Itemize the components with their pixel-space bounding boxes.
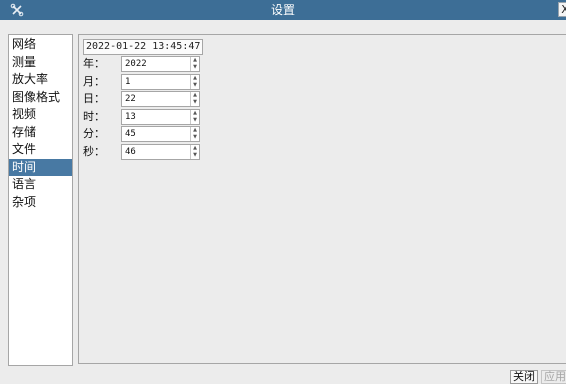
sidebar-item-time[interactable]: 时间 [9,158,72,176]
month-spin-buttons[interactable]: ▲ ▼ [190,74,199,89]
hour-spin-buttons[interactable]: ▲ ▼ [190,109,199,124]
minute-spinbox[interactable]: 45 ▲ ▼ [121,126,200,142]
window-title: 设置 [270,3,295,17]
sidebar-item-file[interactable]: 文件 [9,141,72,159]
day-spinbox[interactable]: 22 ▲ ▼ [121,91,200,107]
hour-spinbox[interactable]: 13 ▲ ▼ [121,108,200,125]
sidebar-item-measure[interactable]: 测量 [9,54,72,72]
month-value[interactable]: 1 [125,75,130,89]
spin-down-icon[interactable]: ▼ [191,117,199,124]
spin-up-icon[interactable]: ▲ [191,127,199,134]
sidebar-item-image-format[interactable]: 图像格式 [9,89,72,107]
settings-sidebar: 网络 测量 放大率 图像格式 视频 存储 文件 时间 语言 杂项 [8,34,73,366]
minute-label: 分： [83,127,105,140]
spin-up-icon[interactable]: ▲ [191,75,199,82]
spin-down-icon[interactable]: ▼ [191,64,199,71]
day-spin-buttons[interactable]: ▲ ▼ [190,92,199,106]
spin-down-icon[interactable]: ▼ [191,134,199,141]
title-bar: 设置 X [0,0,566,20]
sidebar-item-network[interactable]: 网络 [9,36,72,54]
minute-spin-buttons[interactable]: ▲ ▼ [190,127,199,141]
year-spinbox[interactable]: 2022 ▲ ▼ [121,56,200,72]
year-value[interactable]: 2022 [125,57,147,71]
year-spin-buttons[interactable]: ▲ ▼ [190,57,199,71]
second-spin-buttons[interactable]: ▲ ▼ [190,144,199,159]
second-value[interactable]: 46 [125,145,136,159]
spin-up-icon[interactable]: ▲ [191,110,199,117]
hour-value[interactable]: 13 [125,110,136,124]
spin-down-icon[interactable]: ▼ [191,82,199,89]
datetime-display: 2022-01-22 13:45:47 [83,39,204,55]
window-close-button[interactable]: X [558,2,566,17]
time-settings-panel: 2022-01-22 13:45:47 年： 2022 ▲ ▼ 月： 1 ▲ ▼… [78,34,566,364]
spin-up-icon[interactable]: ▲ [191,57,199,64]
day-label: 日： [83,92,105,105]
close-icon: X [561,3,566,16]
minute-value[interactable]: 45 [125,127,136,141]
second-spinbox[interactable]: 46 ▲ ▼ [121,143,200,160]
spin-up-icon[interactable]: ▲ [191,92,199,99]
sidebar-item-magnification[interactable]: 放大率 [9,71,72,89]
sidebar-item-storage[interactable]: 存储 [9,124,72,142]
year-label: 年： [83,57,105,70]
month-spinbox[interactable]: 1 ▲ ▼ [121,73,200,90]
hour-label: 时： [83,109,105,123]
sidebar-item-video[interactable]: 视频 [9,106,72,124]
spin-down-icon[interactable]: ▼ [191,99,199,106]
month-label: 月： [83,74,105,88]
day-value[interactable]: 22 [125,92,136,106]
second-label: 秒： [83,144,105,158]
spin-down-icon[interactable]: ▼ [191,152,199,159]
sidebar-item-language[interactable]: 语言 [9,176,72,194]
sidebar-item-misc[interactable]: 杂项 [9,194,72,212]
spin-up-icon[interactable]: ▲ [191,145,199,152]
